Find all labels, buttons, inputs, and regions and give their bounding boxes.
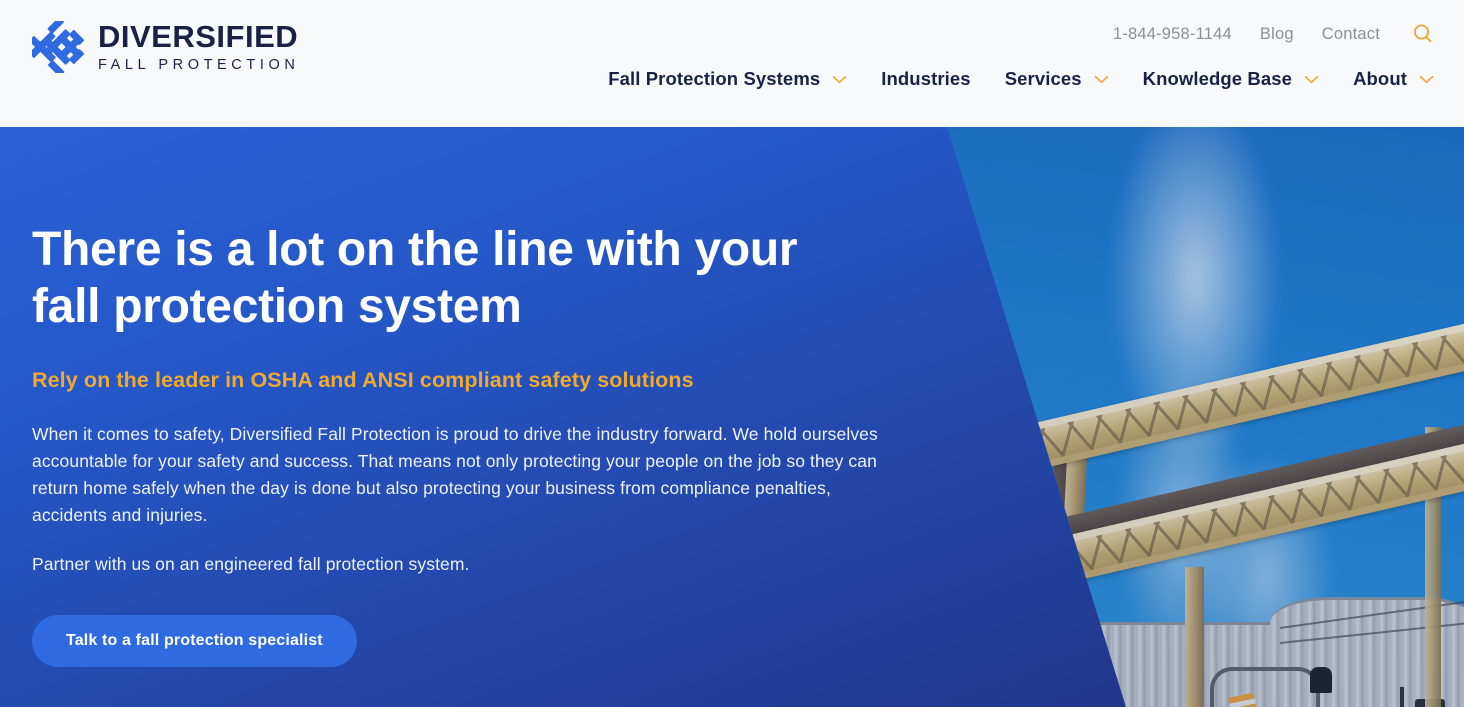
hero-paragraph-2: Partner with us on an engineered fall pr…	[32, 554, 470, 574]
nav-label: Services	[1004, 68, 1082, 89]
chevron-down-icon	[832, 75, 847, 83]
nav-item-knowledge-base[interactable]: Knowledge Base	[1143, 68, 1319, 90]
search-button[interactable]	[1410, 21, 1436, 47]
chevron-down-icon	[1304, 75, 1319, 83]
nav-item-industries[interactable]: Industries	[881, 68, 970, 90]
page-root: DIVERSIFIED FALL PROTECTION 1-844-958-11…	[0, 0, 1464, 707]
chevron-down-icon	[1094, 75, 1108, 83]
nav-item-fall-protection-systems[interactable]: Fall Protection Systems	[608, 68, 847, 90]
hero-subheadline: Rely on the leader in OSHA and ANSI comp…	[32, 368, 694, 392]
steel-column	[1052, 456, 1088, 707]
nav-label: About	[1353, 68, 1407, 89]
woven-lattice-logo-icon	[32, 21, 84, 73]
blog-link[interactable]: Blog	[1260, 25, 1294, 44]
handrail	[1210, 667, 1320, 707]
nav-label: Fall Protection Systems	[608, 68, 821, 89]
main-navigation: Fall Protection Systems Industries Servi…	[608, 68, 1434, 90]
nav-label: Knowledge Base	[1142, 68, 1293, 89]
chevron-down-icon	[1419, 75, 1434, 83]
vent	[1310, 667, 1332, 693]
nav-label: Industries	[881, 68, 971, 89]
hero-headline: There is a lot on the line with your fal…	[32, 223, 798, 333]
nav-item-about[interactable]: About	[1353, 68, 1434, 90]
mast	[1400, 687, 1404, 707]
contact-link[interactable]: Contact	[1322, 25, 1380, 44]
hero-content: There is a lot on the line with your fal…	[32, 221, 912, 667]
logo-name: DIVERSIFIED	[98, 19, 299, 55]
nav-item-services[interactable]: Services	[1005, 68, 1109, 90]
utility-nav: 1-844-958-1144 Blog Contact	[1113, 21, 1436, 47]
site-logo[interactable]: DIVERSIFIED FALL PROTECTION	[32, 21, 299, 73]
steel-column	[1185, 567, 1204, 707]
search-icon	[1413, 24, 1432, 43]
logo-wordmark: DIVERSIFIED FALL PROTECTION	[98, 21, 299, 73]
cta-button-talk-to-specialist[interactable]: Talk to a fall protection specialist	[32, 615, 357, 667]
logo-tagline: FALL PROTECTION	[98, 57, 300, 74]
hero-paragraph-1: When it comes to safety, Diversified Fal…	[32, 424, 878, 525]
site-header: DIVERSIFIED FALL PROTECTION 1-844-958-11…	[0, 0, 1464, 127]
phone-link[interactable]: 1-844-958-1144	[1113, 25, 1232, 44]
hero-section: There is a lot on the line with your fal…	[0, 127, 1464, 707]
